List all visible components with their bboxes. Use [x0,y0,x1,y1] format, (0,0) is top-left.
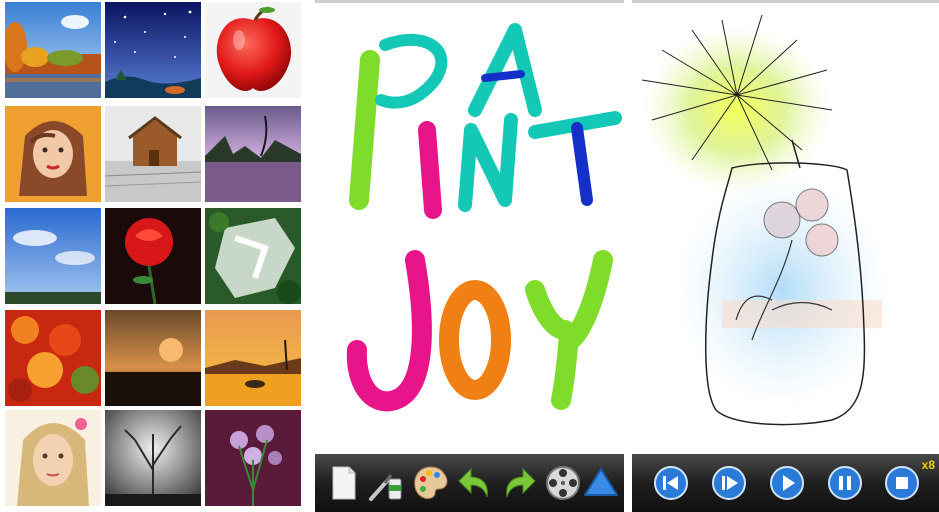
panel-divider [307,0,315,512]
flower-vase-drawing [641,14,892,426]
play-icon[interactable] [769,465,805,501]
drawing-toolbar [315,454,624,512]
pause-icon[interactable] [827,465,863,501]
purple-flowers-painting[interactable] [205,410,301,506]
sunset-dusk-painting[interactable] [105,310,201,406]
new-page-icon[interactable] [321,461,365,505]
rewind-icon[interactable] [653,465,689,501]
playback-speed[interactable]: x8 [922,458,935,472]
paint-joy-title-screen [315,0,624,512]
title-artwork [346,23,622,412]
playback-screen: x8 [632,0,939,512]
red-apple-painting[interactable] [205,2,301,98]
undo-icon[interactable] [453,461,497,505]
playback-toolbar: x8 [632,454,939,512]
orange-sunset-painting[interactable] [205,310,301,406]
barn-in-snow-painting[interactable] [105,106,201,202]
panel-divider [624,0,632,512]
triangle-icon[interactable] [579,461,623,505]
girl-portrait-painting[interactable] [5,410,101,506]
purple-lake-painting[interactable] [205,106,301,202]
painting-gallery [0,0,307,512]
step-forward-icon[interactable] [711,465,747,501]
palette-icon[interactable] [409,461,453,505]
red-rose-painting[interactable] [105,208,201,304]
red-foliage-painting[interactable] [5,310,101,406]
brush-icon[interactable] [365,461,409,505]
waterfall-painting[interactable] [205,208,301,304]
blue-sky-painting[interactable] [5,208,101,304]
redo-icon[interactable] [497,461,541,505]
autumn-lake-painting[interactable] [5,2,101,98]
stop-icon[interactable] [884,465,920,501]
woman-portrait-painting[interactable] [5,106,101,202]
bare-tree-painting[interactable] [105,410,201,506]
night-sky-painting[interactable] [105,2,201,98]
